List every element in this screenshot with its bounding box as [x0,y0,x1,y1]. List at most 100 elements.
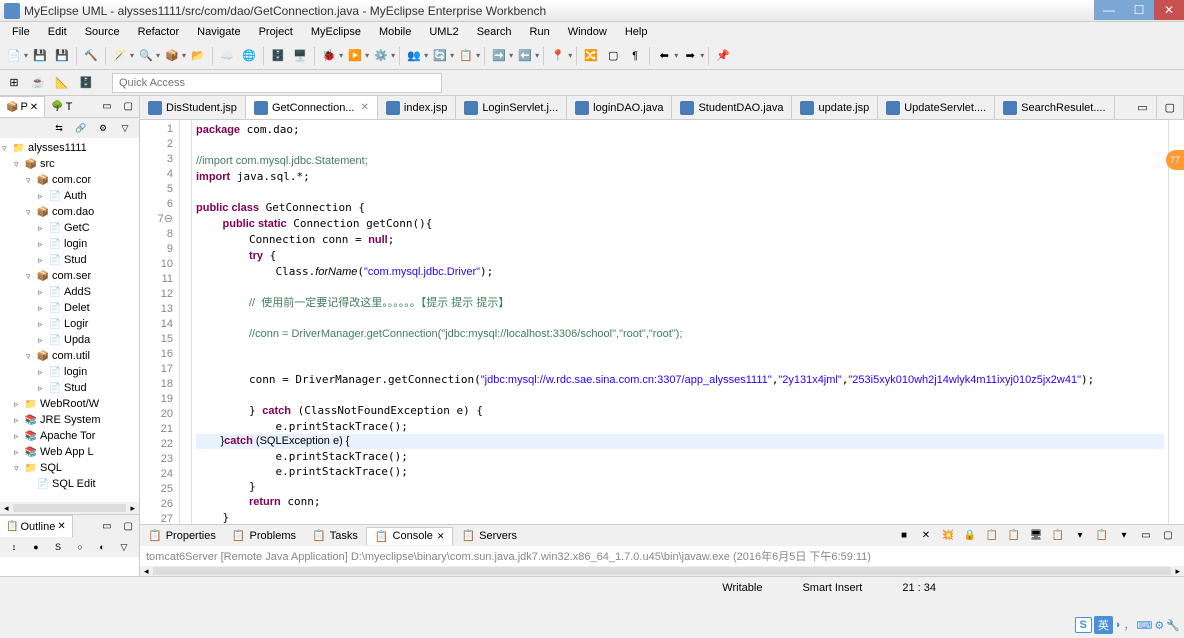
tree-node[interactable]: ▹📄Logir [2,316,137,332]
tab-package-explorer[interactable]: 📦 P ✕ [0,96,45,117]
tree-node[interactable]: ▿📦com.cor [2,172,137,188]
local-icon[interactable]: ◐ [92,537,112,557]
menu-run[interactable]: Run [522,24,558,40]
tree-node[interactable]: ▹📚Web App L [2,444,137,460]
tree-node[interactable]: ▿📦com.ser [2,268,137,284]
run-icon[interactable]: ▶️ [345,46,365,66]
console-tool-icon[interactable]: ■ [894,526,914,546]
prev-icon[interactable]: ⬅️ [515,46,535,66]
tree-node[interactable]: ▹📁WebRoot/W [2,396,137,412]
menu-navigate[interactable]: Navigate [189,24,248,40]
console-tool-icon[interactable]: ▢ [1158,526,1178,546]
debug-icon[interactable]: 🐞 [319,46,339,66]
tab-outline[interactable]: 📋 Outline ✕ [0,515,73,537]
tree-node[interactable]: ▿📁SQL [2,460,137,476]
tree-node[interactable]: ▹📚JRE System [2,412,137,428]
menu-edit[interactable]: Edit [40,24,75,40]
forward-icon[interactable]: ➡ [680,46,700,66]
editor-min-icon[interactable]: ▭ [1129,96,1156,119]
notification-badge[interactable]: 77 [1166,150,1184,170]
block-icon[interactable]: ▢ [603,46,623,66]
wizard-icon[interactable]: 🪄 [110,46,130,66]
editor-tab[interactable]: UpdateServlet.... [878,96,995,119]
build-icon[interactable]: 🔨 [81,46,101,66]
ext-run-icon[interactable]: ⚙️ [371,46,391,66]
console-tool-icon[interactable]: 📋 [1004,526,1024,546]
ime-softkb-icon[interactable]: ⌨ [1137,619,1153,632]
synch-icon[interactable]: 🔄 [430,46,450,66]
public-icon[interactable]: ○ [70,537,90,557]
minimize-button[interactable]: — [1094,0,1124,20]
editor-tab[interactable]: StudentDAO.java [672,96,792,119]
console-tool-icon[interactable]: ▾ [1114,526,1134,546]
menu-search[interactable]: Search [469,24,520,40]
editor-tab[interactable]: LoginServlet.j... [456,96,567,119]
save-icon[interactable]: 💾 [30,46,50,66]
tree-node[interactable]: ▹📄GetC [2,220,137,236]
tree-node[interactable]: ▹📚Apache Tor [2,428,137,444]
link-icon[interactable]: 🔗 [71,118,91,138]
package-icon[interactable]: 📦 [162,46,182,66]
menu-myeclipse[interactable]: MyEclipse [303,24,369,40]
tree-node[interactable]: ▿📦com.util [2,348,137,364]
console-tool-icon[interactable]: ▭ [1136,526,1156,546]
new-icon[interactable]: 📄 [4,46,24,66]
tree-node[interactable]: ▹📄login [2,236,137,252]
static-icon[interactable]: S [48,537,68,557]
menu-uml2[interactable]: UML2 [421,24,466,40]
console-tool-icon[interactable]: 📋 [982,526,1002,546]
tab-tasks[interactable]: 📋Tasks [304,527,366,544]
console-tool-icon[interactable]: 🔒 [960,526,980,546]
menu-mobile[interactable]: Mobile [371,24,419,40]
outline-min-icon[interactable]: ▭ [96,515,117,537]
editor-tab[interactable]: DisStudent.jsp [140,96,246,119]
tab-servers[interactable]: 📋Servers [453,527,525,544]
cloud-icon[interactable]: ☁️ [217,46,237,66]
filter-icon[interactable]: ⚙ [93,118,113,138]
persp-java-icon[interactable]: ☕ [28,73,48,93]
tree-node[interactable]: ▹📄AddS [2,284,137,300]
mark-icon[interactable]: 📍 [548,46,568,66]
ime-logo[interactable]: S [1075,617,1092,633]
console-tool-icon[interactable]: ▾ [1070,526,1090,546]
db-icon[interactable]: 🗄️ [268,46,288,66]
tree-node[interactable]: ▿📁alysses1111 [2,140,137,156]
type-icon[interactable]: 🔍 [136,46,156,66]
ime-menu-icon[interactable]: 🔧 [1166,619,1180,632]
tab-problems[interactable]: 📋Problems [224,527,304,544]
editor-tab[interactable]: loginDAO.java [567,96,672,119]
menu-project[interactable]: Project [251,24,301,40]
ime-settings-icon[interactable]: ⚙ [1154,619,1164,632]
editor-tab[interactable]: SearchResulet.... [995,96,1114,119]
next-icon[interactable]: ➡️ [489,46,509,66]
max-icon[interactable]: ▢ [118,96,139,117]
maximize-button[interactable]: ☐ [1124,0,1154,20]
menu-icon[interactable]: ▽ [115,118,135,138]
collapse-icon[interactable]: ⇆ [49,118,69,138]
min-icon[interactable]: ▭ [96,96,117,117]
outline-max-icon[interactable]: ▢ [118,515,139,537]
save-all-icon[interactable]: 💾 [52,46,72,66]
close-button[interactable]: ✕ [1154,0,1184,20]
tab-properties[interactable]: 📋Properties [140,527,224,544]
console-tool-icon[interactable]: 📋 [1048,526,1068,546]
toggle-icon[interactable]: 🔀 [581,46,601,66]
tree-node[interactable]: ▹📄Stud [2,252,137,268]
console-tool-icon[interactable]: 🖥 [1026,526,1046,546]
console-tool-icon[interactable]: ✕ [916,526,936,546]
quick-access-input[interactable] [112,73,442,93]
tree-node[interactable]: ▹📄Delet [2,300,137,316]
menu-help[interactable]: Help [617,24,656,40]
persp-db-icon[interactable]: 🗄️ [76,73,96,93]
server-icon[interactable]: 🖥️ [290,46,310,66]
editor-tab[interactable]: index.jsp [378,96,456,119]
tree-node[interactable]: 📄SQL Edit [2,476,137,492]
ime-half-icon[interactable]: ◗ [1115,619,1122,631]
team-icon[interactable]: 👥 [404,46,424,66]
open-persp-icon[interactable]: ⊞ [4,73,24,93]
menu-window[interactable]: Window [560,24,615,40]
editor-tab[interactable]: update.jsp [792,96,878,119]
history-icon[interactable]: 📋 [456,46,476,66]
editor-max-icon[interactable]: ▢ [1157,96,1184,119]
field-icon[interactable]: ● [26,537,46,557]
